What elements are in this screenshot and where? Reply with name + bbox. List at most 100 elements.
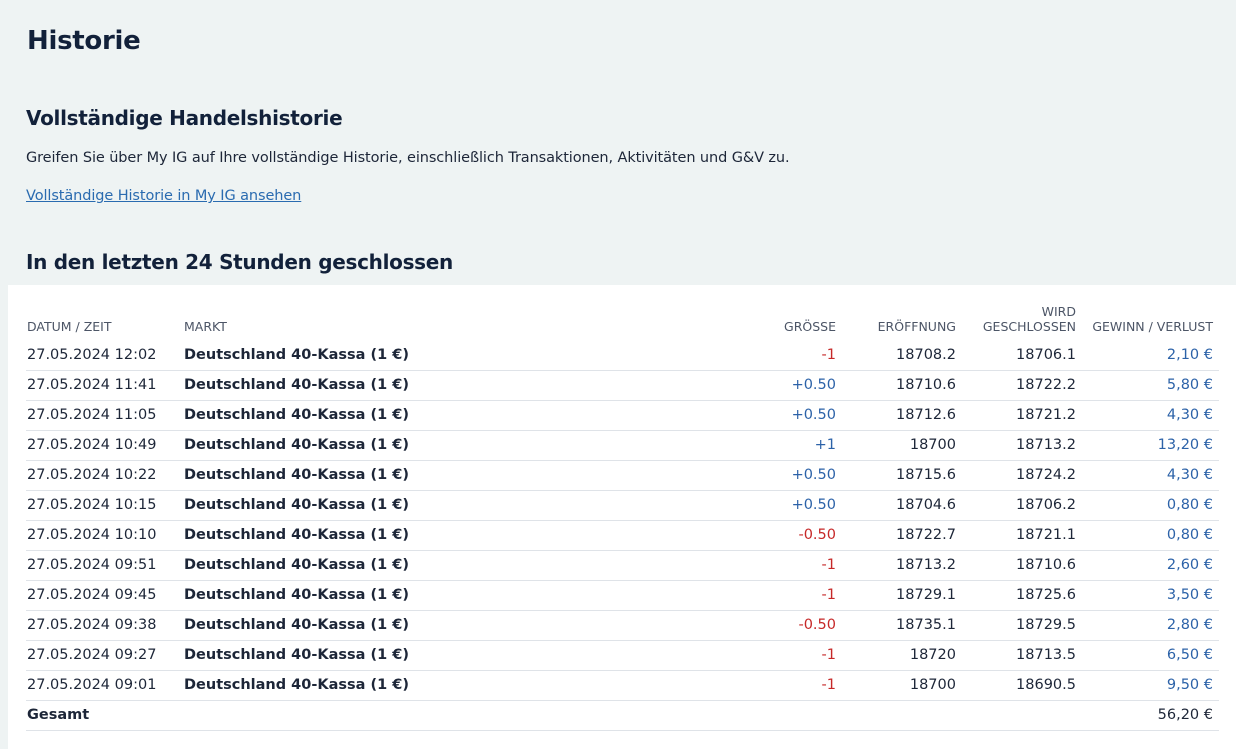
total-empty-cell <box>962 700 1082 731</box>
row-date: 27.05.2024 12:02 <box>26 340 183 371</box>
row-market: Deutschland 40-Kassa (1 €) <box>183 610 722 641</box>
row-market: Deutschland 40-Kassa (1 €) <box>183 370 722 401</box>
row-profit-loss: 6,50 € <box>1082 640 1219 671</box>
row-size: -0.50 <box>722 520 842 551</box>
total-empty-cell <box>183 700 722 731</box>
table-row[interactable]: 27.05.2024 11:05 Deutschland 40-Kassa (1 … <box>26 400 1219 431</box>
row-open-level: 18712.6 <box>842 400 962 431</box>
total-empty-cell <box>722 700 842 731</box>
row-market: Deutschland 40-Kassa (1 €) <box>183 400 722 431</box>
row-size: -1 <box>722 640 842 671</box>
row-close-level: 18721.1 <box>962 520 1082 551</box>
row-profit-loss: 2,60 € <box>1082 550 1219 581</box>
full-history-description: Greifen Sie über My IG auf Ihre vollstän… <box>26 150 790 166</box>
row-market: Deutschland 40-Kassa (1 €) <box>183 640 722 671</box>
table-row[interactable]: 27.05.2024 09:38 Deutschland 40-Kassa (1 … <box>26 610 1219 641</box>
row-size: -1 <box>722 580 842 611</box>
row-profit-loss: 13,20 € <box>1082 430 1219 461</box>
row-market: Deutschland 40-Kassa (1 €) <box>183 580 722 611</box>
row-profit-loss: 3,50 € <box>1082 580 1219 611</box>
row-close-level: 18722.2 <box>962 370 1082 401</box>
row-market: Deutschland 40-Kassa (1 €) <box>183 460 722 491</box>
row-market: Deutschland 40-Kassa (1 €) <box>183 520 722 551</box>
row-profit-loss: 9,50 € <box>1082 670 1219 701</box>
total-label: Gesamt <box>26 700 183 731</box>
row-close-level: 18724.2 <box>962 460 1082 491</box>
row-close-level: 18710.6 <box>962 550 1082 581</box>
row-profit-loss: 4,30 € <box>1082 400 1219 431</box>
row-size: +0.50 <box>722 370 842 401</box>
row-open-level: 18708.2 <box>842 340 962 371</box>
row-size: -1 <box>722 670 842 701</box>
table-row[interactable]: 27.05.2024 12:02 Deutschland 40-Kassa (1 … <box>26 340 1219 371</box>
row-profit-loss: 0,80 € <box>1082 520 1219 551</box>
row-open-level: 18713.2 <box>842 550 962 581</box>
total-empty-cell <box>842 700 962 731</box>
table-row[interactable]: 27.05.2024 09:45 Deutschland 40-Kassa (1 … <box>26 580 1219 611</box>
row-date: 27.05.2024 09:27 <box>26 640 183 671</box>
closed-positions-panel: DATUM / ZEIT MARKT GRÖSSE ERÖFFNUNG WIRD… <box>8 285 1236 749</box>
row-size: -1 <box>722 340 842 371</box>
closed-positions-title: In den letzten 24 Stunden geschlossen <box>26 250 453 274</box>
row-date: 27.05.2024 10:10 <box>26 520 183 551</box>
row-close-level: 18706.2 <box>962 490 1082 521</box>
row-close-level: 18713.2 <box>962 430 1082 461</box>
column-header-close: WIRD GESCHLOSSEN <box>962 295 1082 340</box>
table-row[interactable]: 27.05.2024 10:49 Deutschland 40-Kassa (1 … <box>26 430 1219 461</box>
row-profit-loss: 2,10 € <box>1082 340 1219 371</box>
row-size: -1 <box>722 550 842 581</box>
row-close-level: 18721.2 <box>962 400 1082 431</box>
row-open-level: 18700 <box>842 670 962 701</box>
full-history-title: Vollständige Handelshistorie <box>26 106 343 130</box>
row-size: +0.50 <box>722 460 842 491</box>
row-date: 27.05.2024 11:05 <box>26 400 183 431</box>
table-row[interactable]: 27.05.2024 10:22 Deutschland 40-Kassa (1 … <box>26 460 1219 491</box>
row-market: Deutschland 40-Kassa (1 €) <box>183 490 722 521</box>
row-size: +1 <box>722 430 842 461</box>
row-date: 27.05.2024 09:45 <box>26 580 183 611</box>
row-date: 27.05.2024 10:49 <box>26 430 183 461</box>
table-row[interactable]: 27.05.2024 09:51 Deutschland 40-Kassa (1 … <box>26 550 1219 581</box>
row-market: Deutschland 40-Kassa (1 €) <box>183 340 722 371</box>
row-market: Deutschland 40-Kassa (1 €) <box>183 550 722 581</box>
row-open-level: 18710.6 <box>842 370 962 401</box>
row-open-level: 18704.6 <box>842 490 962 521</box>
table-row[interactable]: 27.05.2024 11:41 Deutschland 40-Kassa (1 … <box>26 370 1219 401</box>
table-total-row: Gesamt 56,20 € <box>26 700 1219 731</box>
full-history-link[interactable]: Vollständige Historie in My IG ansehen <box>26 188 301 204</box>
row-size: +0.50 <box>722 490 842 521</box>
row-date: 27.05.2024 09:01 <box>26 670 183 701</box>
row-date: 27.05.2024 09:51 <box>26 550 183 581</box>
column-header-profit-loss: GEWINN / VERLUST <box>1092 319 1213 334</box>
row-date: 27.05.2024 10:15 <box>26 490 183 521</box>
row-open-level: 18715.6 <box>842 460 962 491</box>
column-header-size: GRÖSSE <box>784 319 836 334</box>
row-profit-loss: 0,80 € <box>1082 490 1219 521</box>
row-open-level: 18735.1 <box>842 610 962 641</box>
closed-positions-table: DATUM / ZEIT MARKT GRÖSSE ERÖFFNUNG WIRD… <box>26 295 1219 731</box>
row-market: Deutschland 40-Kassa (1 €) <box>183 430 722 461</box>
row-open-level: 18700 <box>842 430 962 461</box>
row-profit-loss: 2,80 € <box>1082 610 1219 641</box>
row-size: +0.50 <box>722 400 842 431</box>
row-profit-loss: 5,80 € <box>1082 370 1219 401</box>
column-header-open: ERÖFFNUNG <box>877 319 956 334</box>
row-profit-loss: 4,30 € <box>1082 460 1219 491</box>
column-header-date: DATUM / ZEIT <box>27 319 112 334</box>
row-close-level: 18725.6 <box>962 580 1082 611</box>
table-header-row: DATUM / ZEIT MARKT GRÖSSE ERÖFFNUNG WIRD… <box>26 295 1219 340</box>
column-header-market: MARKT <box>184 319 227 334</box>
total-profit-loss: 56,20 € <box>1082 700 1219 731</box>
table-row[interactable]: 27.05.2024 09:01 Deutschland 40-Kassa (1 … <box>26 670 1219 701</box>
row-close-level: 18729.5 <box>962 610 1082 641</box>
row-open-level: 18729.1 <box>842 580 962 611</box>
row-market: Deutschland 40-Kassa (1 €) <box>183 670 722 701</box>
row-date: 27.05.2024 10:22 <box>26 460 183 491</box>
column-header-close-line1: WIRD <box>1041 304 1076 319</box>
table-row[interactable]: 27.05.2024 10:10 Deutschland 40-Kassa (1 … <box>26 520 1219 551</box>
row-date: 27.05.2024 11:41 <box>26 370 183 401</box>
table-row[interactable]: 27.05.2024 09:27 Deutschland 40-Kassa (1 … <box>26 640 1219 671</box>
row-close-level: 18706.1 <box>962 340 1082 371</box>
column-header-close-line2: GESCHLOSSEN <box>982 319 1076 334</box>
table-row[interactable]: 27.05.2024 10:15 Deutschland 40-Kassa (1 … <box>26 490 1219 521</box>
